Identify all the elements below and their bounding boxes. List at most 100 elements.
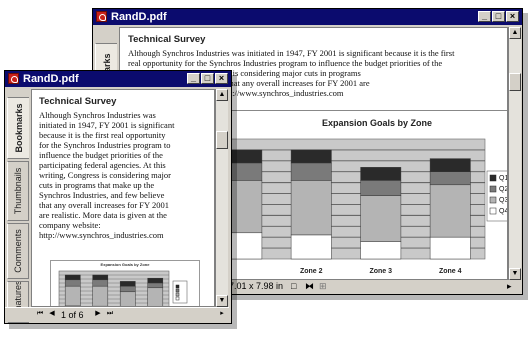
front-doc-title: Technical Survey bbox=[39, 96, 117, 107]
scroll-thumb[interactable] bbox=[509, 73, 521, 91]
last-page-button[interactable]: ⏭ bbox=[105, 309, 115, 319]
back-window-title: RandD.pdf bbox=[111, 11, 167, 23]
front-document-page: Technical Survey Although Synchros Indus… bbox=[31, 89, 215, 307]
bar-segment-q4 bbox=[290, 234, 332, 260]
thumbnail-chart-title: Expansion Goals by Zone bbox=[100, 262, 150, 267]
text-line: because it is the first real opportunity bbox=[39, 130, 166, 140]
hscroll-right-icon[interactable]: ▸ bbox=[217, 309, 227, 319]
text-line: for the Synchros Industries program to bbox=[39, 140, 171, 150]
tab-comments[interactable]: Comments bbox=[7, 223, 29, 279]
bar-segment-q3 bbox=[92, 285, 109, 306]
text-line: participating federal agencies. At this bbox=[39, 160, 166, 170]
text-line: Although Synchros Industries was initiat… bbox=[128, 48, 455, 58]
bar-segment-q1 bbox=[221, 149, 263, 164]
bar-segment-q1 bbox=[119, 281, 136, 287]
maximize-button[interactable]: □ bbox=[201, 73, 214, 84]
expansion-goals-chart: Zone 2 Zone 3 Zone 4 Expansion Goals by Zon… bbox=[206, 110, 508, 279]
text-line: Synchros Industries, and few believe bbox=[39, 190, 165, 200]
bar-segment-q2 bbox=[290, 162, 332, 181]
thumbnail-chart: Expansion Goals by Zone bbox=[50, 260, 200, 306]
bar-segment-q4 bbox=[221, 232, 263, 260]
category-label: Zone 2 bbox=[300, 268, 323, 275]
scroll-up-button[interactable]: ▲ bbox=[216, 89, 228, 101]
facing-pages-icon[interactable]: ⊞ bbox=[319, 280, 327, 292]
legend-swatch-q2 bbox=[175, 288, 180, 293]
legend-swatch-q1 bbox=[489, 174, 497, 182]
text-line: company website: bbox=[39, 220, 101, 230]
front-document-window[interactable]: RandD.pdf _ □ × Bookmarks Thumbnails Com… bbox=[4, 70, 232, 324]
previous-page-button[interactable]: ◀ bbox=[47, 309, 57, 319]
bar-segment-q2 bbox=[64, 279, 81, 287]
bar-segment-q3 bbox=[119, 291, 136, 306]
legend-swatch-q4 bbox=[175, 296, 180, 301]
continuous-page-icon[interactable]: ⧓ bbox=[305, 280, 314, 292]
tab-bookmarks-label: Bookmarks bbox=[13, 103, 24, 153]
bar-segment-q1 bbox=[360, 167, 402, 181]
text-line: Although Synchros Industries was bbox=[39, 110, 156, 120]
scroll-thumb[interactable] bbox=[216, 131, 228, 149]
bar-segment-q3 bbox=[147, 287, 164, 306]
text-line: that any overall increases for FY 2001 bbox=[39, 200, 169, 210]
front-status-bar: ⏮ ◀ 1 of 6 ▶ ⏭ ▸ bbox=[5, 307, 229, 322]
legend-swatch-q4 bbox=[489, 207, 497, 215]
legend-label-q2: Q2 bbox=[499, 186, 508, 193]
bar-segment-q3 bbox=[290, 180, 332, 236]
maximize-button[interactable]: □ bbox=[492, 11, 505, 22]
single-page-icon[interactable]: □ bbox=[291, 280, 296, 292]
front-window-title: RandD.pdf bbox=[23, 73, 79, 85]
close-button[interactable]: × bbox=[215, 73, 228, 84]
bar-segment-q3 bbox=[360, 195, 402, 242]
back-window-titlebar[interactable]: RandD.pdf _ □ × bbox=[93, 9, 522, 25]
bar-segment-q2 bbox=[360, 180, 402, 196]
category-label: Zone 3 bbox=[369, 268, 392, 275]
legend-swatch-q2 bbox=[489, 185, 497, 193]
bar-segment-q4 bbox=[360, 241, 402, 260]
bar-segment-q2 bbox=[147, 282, 164, 289]
legend-swatch-q3 bbox=[175, 292, 180, 297]
close-button[interactable]: × bbox=[506, 11, 519, 22]
pdf-document-icon bbox=[96, 11, 107, 22]
page-size-readout: 7.01 x 7.98 in bbox=[229, 281, 284, 291]
text-line: initiated in 1947, FY 2001 is significan… bbox=[39, 120, 175, 130]
bar-segment-q2 bbox=[429, 171, 471, 186]
first-page-button[interactable]: ⏮ bbox=[35, 309, 45, 319]
scroll-down-button[interactable]: ▼ bbox=[216, 295, 228, 307]
tab-bookmarks[interactable]: Bookmarks bbox=[7, 97, 29, 159]
category-label: Zone 4 bbox=[439, 268, 462, 275]
scroll-down-button[interactable]: ▼ bbox=[509, 268, 521, 280]
tab-thumbnails[interactable]: Thumbnails bbox=[7, 161, 29, 221]
back-vertical-scrollbar[interactable]: ▲ ▼ bbox=[508, 27, 521, 280]
bar-segment-q1 bbox=[290, 149, 332, 164]
bar-segment-q2 bbox=[92, 279, 109, 287]
legend-label-q4: Q4 bbox=[499, 208, 508, 215]
text-line: real opportunity for the Synchros Indust… bbox=[128, 58, 443, 68]
minimize-button[interactable]: _ bbox=[478, 11, 491, 22]
text-line: influence the budget priorities of the bbox=[39, 150, 163, 160]
minimize-button[interactable]: _ bbox=[187, 73, 200, 84]
front-window-titlebar[interactable]: RandD.pdf _ □ × bbox=[5, 71, 231, 87]
chart-svg: Zone 2 Zone 3 Zone 4 Expansion Goals by Zon… bbox=[206, 118, 508, 275]
thumbnail-chart-svg bbox=[58, 270, 188, 306]
bar-segment-q4 bbox=[429, 236, 471, 260]
front-navigation-tabs: Bookmarks Thumbnails Comments Signatures bbox=[7, 89, 31, 323]
bar-segment-q2 bbox=[221, 162, 263, 181]
bar-segment-q3 bbox=[64, 285, 81, 306]
chart-title: Expansion Goals by Zone bbox=[322, 118, 432, 128]
scroll-up-button[interactable]: ▲ bbox=[509, 27, 521, 39]
bar-segment-q2 bbox=[119, 285, 136, 293]
tab-thumbnails-label: Thumbnails bbox=[13, 167, 23, 215]
tab-comments-label: Comments bbox=[13, 229, 23, 273]
front-doc-paragraph: Although Synchros Industries was initiat… bbox=[39, 110, 214, 240]
front-vertical-scrollbar[interactable]: ▲ ▼ bbox=[215, 89, 228, 307]
bar-segment-q3 bbox=[221, 180, 263, 234]
legend-swatch-q1 bbox=[175, 284, 180, 289]
next-page-button[interactable]: ▶ bbox=[93, 309, 103, 319]
legend-label-q3: Q3 bbox=[499, 197, 508, 204]
legend-label-q1: Q1 bbox=[499, 175, 508, 182]
text-line: are realistic. More data is given at the bbox=[39, 210, 167, 220]
page-number-field[interactable]: 1 of 6 bbox=[61, 309, 84, 321]
pdf-document-icon bbox=[8, 73, 19, 84]
legend-box bbox=[172, 280, 188, 304]
back-doc-title: Technical Survey bbox=[128, 34, 206, 45]
hscroll-right-icon[interactable]: ▸ bbox=[507, 280, 512, 292]
